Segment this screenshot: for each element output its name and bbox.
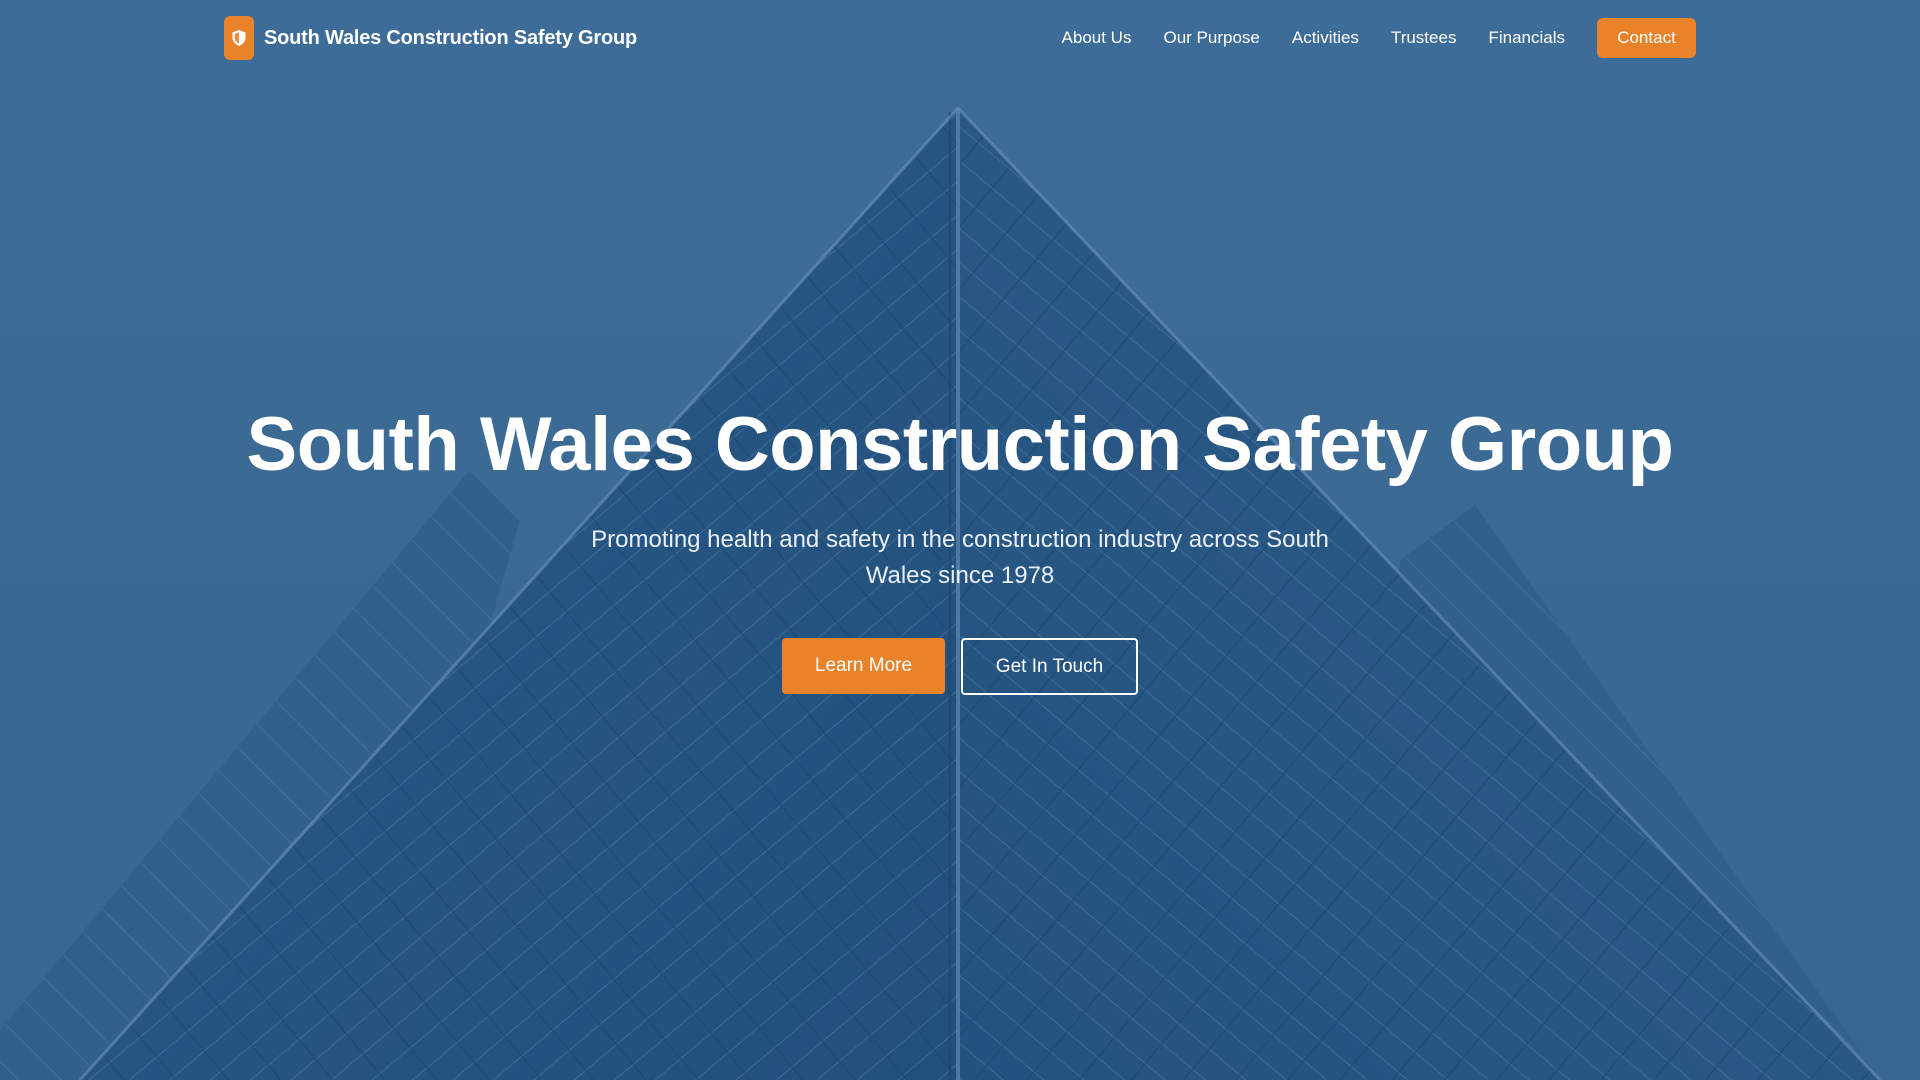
learn-more-button[interactable]: Learn More xyxy=(782,638,945,694)
main-nav: About Us Our Purpose Activities Trustees… xyxy=(1030,18,1696,58)
brand-name: South Wales Construction Safety Group xyxy=(264,26,637,49)
contact-button[interactable]: Contact xyxy=(1597,18,1696,58)
nav-about-us[interactable]: About Us xyxy=(1062,28,1132,48)
get-in-touch-button[interactable]: Get In Touch xyxy=(961,638,1138,695)
navbar: South Wales Construction Safety Group Ab… xyxy=(0,0,1920,76)
hero-title: South Wales Construction Safety Group xyxy=(246,402,1674,487)
hero: South Wales Construction Safety Group Pr… xyxy=(0,400,1920,695)
shield-icon xyxy=(224,16,254,60)
page: South Wales Construction Safety Group Ab… xyxy=(0,0,1920,1080)
brand[interactable]: South Wales Construction Safety Group xyxy=(224,16,637,60)
nav-trustees[interactable]: Trustees xyxy=(1391,28,1457,48)
nav-activities[interactable]: Activities xyxy=(1292,28,1359,48)
nav-our-purpose[interactable]: Our Purpose xyxy=(1163,28,1259,48)
hero-subtitle: Promoting health and safety in the const… xyxy=(591,526,1329,589)
nav-financials[interactable]: Financials xyxy=(1488,28,1565,48)
hero-actions: Learn More Get In Touch xyxy=(0,638,1920,695)
